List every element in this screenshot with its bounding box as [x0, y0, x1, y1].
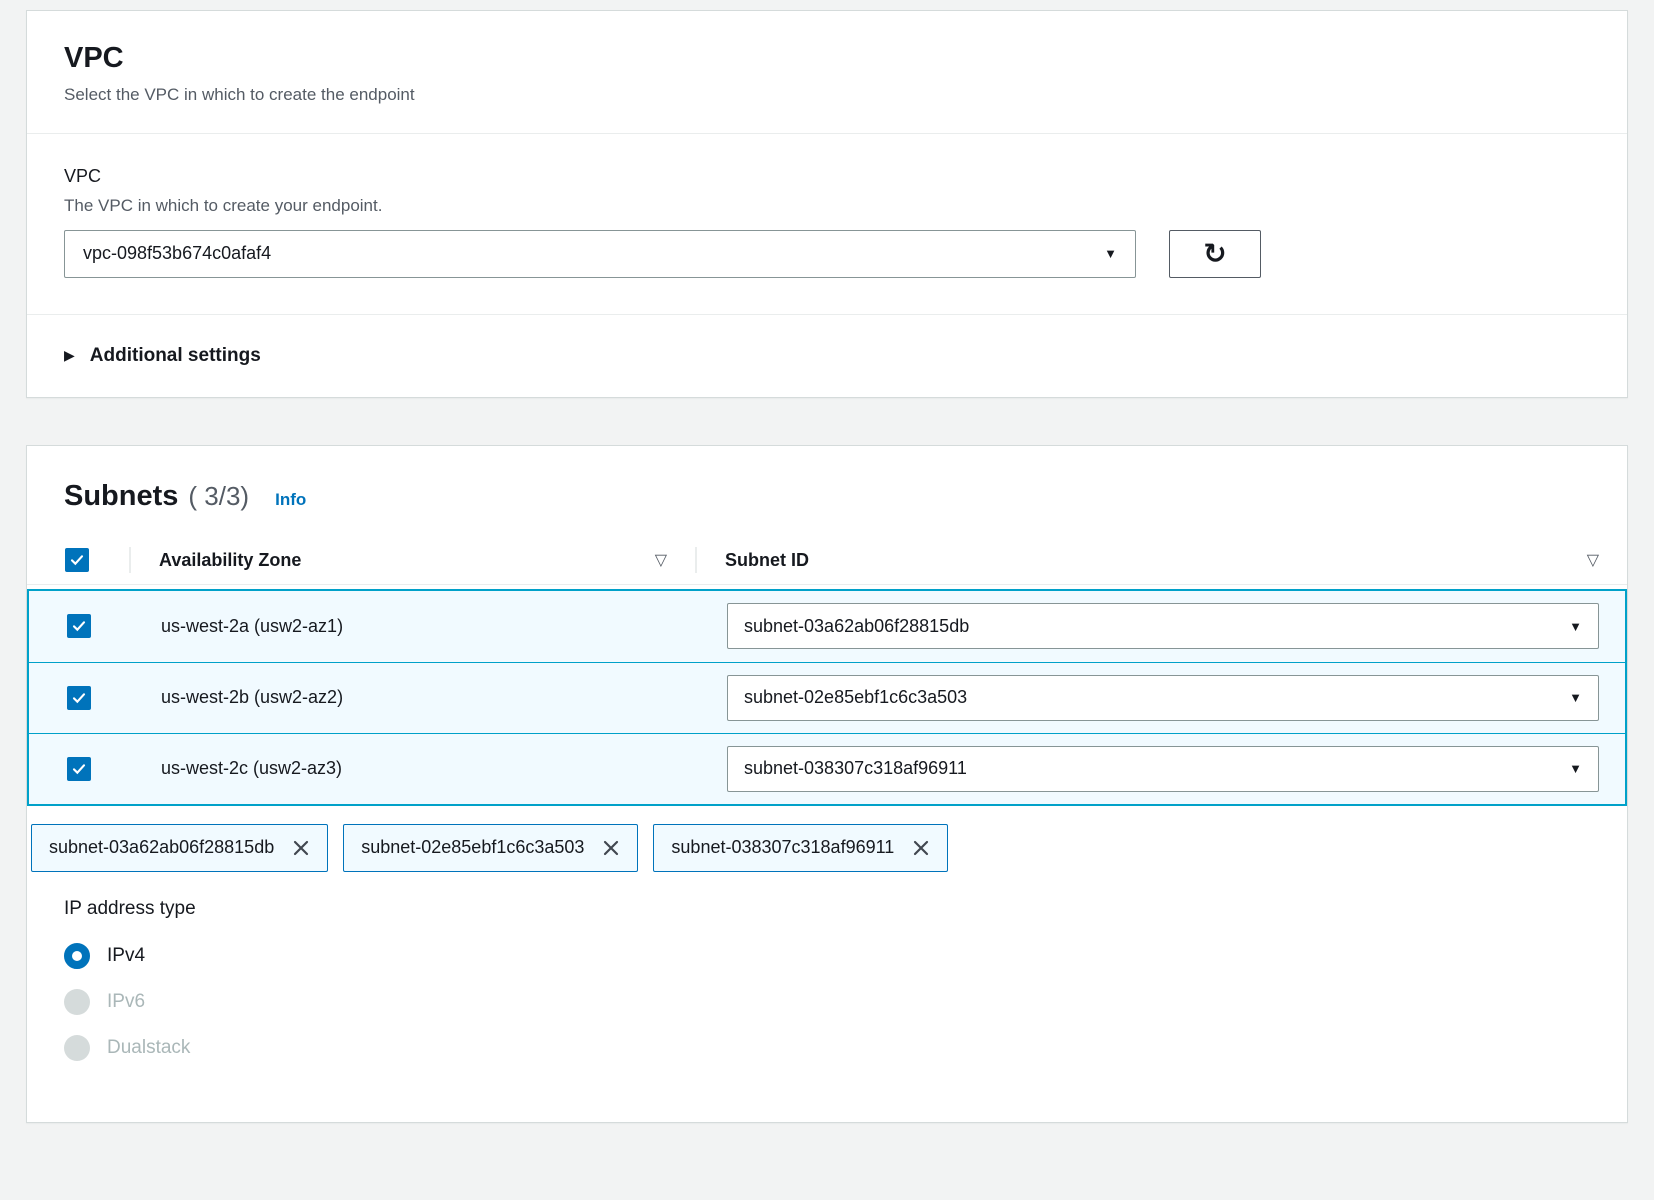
- row-cell-az: us-west-2c (usw2-az3): [131, 734, 697, 804]
- vpc-card-title: VPC: [64, 43, 1590, 75]
- subnet-select[interactable]: subnet-02e85ebf1c6c3a503 ▼: [727, 675, 1599, 721]
- check-icon: [71, 618, 87, 634]
- check-icon: [69, 552, 85, 568]
- vpc-select-value: vpc-098f53b674c0afaf4: [83, 243, 271, 264]
- row-cell-subnet: subnet-038307c318af96911 ▼: [697, 734, 1625, 804]
- close-icon: [292, 839, 310, 857]
- radio-disabled-icon: [64, 989, 90, 1015]
- expand-right-icon: ▶: [64, 347, 75, 364]
- subnet-token: subnet-03a62ab06f28815db: [31, 824, 328, 872]
- row-cell-subnet: subnet-03a62ab06f28815db ▼: [697, 591, 1625, 662]
- check-icon: [71, 690, 87, 706]
- select-all-checkbox[interactable]: [65, 548, 89, 572]
- vpc-card: VPC Select the VPC in which to create th…: [26, 10, 1628, 398]
- header-cell-subnet-id: Subnet ID ▽: [695, 537, 1627, 584]
- row-cell-az: us-west-2a (usw2-az1): [131, 591, 697, 662]
- header-divider: [129, 547, 131, 573]
- close-icon: [602, 839, 620, 857]
- sort-icon[interactable]: ▽: [1587, 550, 1599, 570]
- vpc-field-label: VPC: [64, 166, 1590, 187]
- row-checkbox[interactable]: [67, 686, 91, 710]
- availability-zone-label: us-west-2a (usw2-az1): [161, 616, 343, 637]
- chevron-down-icon: ▼: [1569, 619, 1582, 634]
- subnets-table: Availability Zone ▽ Subnet ID ▽: [27, 537, 1627, 806]
- ip-address-type-section: IP address type IPv4 IPv6 Dualstack: [27, 872, 1627, 1122]
- vpc-select[interactable]: vpc-098f53b674c0afaf4 ▼: [64, 230, 1136, 278]
- vpc-controls-row: vpc-098f53b674c0afaf4 ▼ ↻: [64, 230, 1590, 278]
- subnets-count: ( 3/3): [188, 481, 249, 512]
- row-cell-select: [29, 591, 131, 662]
- subnet-select-value: subnet-03a62ab06f28815db: [744, 616, 969, 637]
- vpc-field-description: The VPC in which to create your endpoint…: [64, 196, 1590, 216]
- radio-disabled-icon: [64, 1035, 90, 1061]
- subnet-select-value: subnet-02e85ebf1c6c3a503: [744, 687, 967, 708]
- additional-settings-label: Additional settings: [90, 345, 261, 367]
- vpc-card-body: VPC The VPC in which to create your endp…: [27, 134, 1627, 314]
- subnet-token-label: subnet-03a62ab06f28815db: [49, 837, 274, 858]
- vpc-card-subtitle: Select the VPC in which to create the en…: [64, 85, 1590, 105]
- remove-token-button[interactable]: [912, 839, 930, 857]
- remove-token-button[interactable]: [602, 839, 620, 857]
- subnet-select[interactable]: subnet-038307c318af96911 ▼: [727, 746, 1599, 792]
- subnet-token-label: subnet-02e85ebf1c6c3a503: [361, 837, 584, 858]
- radio-option-ipv6: IPv6: [64, 986, 1590, 1018]
- radio-option-dualstack: Dualstack: [64, 1032, 1590, 1064]
- ip-address-type-label: IP address type: [64, 898, 1590, 920]
- chevron-down-icon: ▼: [1569, 690, 1582, 705]
- subnet-token: subnet-02e85ebf1c6c3a503: [343, 824, 638, 872]
- radio-label: IPv4: [107, 945, 145, 967]
- availability-zone-label: us-west-2b (usw2-az2): [161, 687, 343, 708]
- chevron-down-icon: ▼: [1569, 761, 1582, 776]
- row-cell-az: us-west-2b (usw2-az2): [131, 663, 697, 733]
- header-divider: [695, 547, 697, 573]
- refresh-button[interactable]: ↻: [1169, 230, 1261, 278]
- column-header-subnet-id: Subnet ID: [725, 550, 809, 571]
- check-icon: [71, 761, 87, 777]
- additional-settings-expander[interactable]: ▶ Additional settings: [27, 315, 1627, 397]
- header-cell-select: [27, 537, 129, 584]
- table-row: us-west-2c (usw2-az3) subnet-038307c318a…: [29, 733, 1625, 804]
- refresh-icon: ↻: [1203, 240, 1226, 268]
- close-icon: [912, 839, 930, 857]
- vpc-card-header: VPC Select the VPC in which to create th…: [27, 11, 1627, 133]
- radio-label: IPv6: [107, 991, 145, 1013]
- row-cell-select: [29, 663, 131, 733]
- subnets-card-header: Subnets ( 3/3) Info: [27, 446, 1627, 537]
- radio-option-ipv4[interactable]: IPv4: [64, 940, 1590, 972]
- subnets-card: Subnets ( 3/3) Info Availability Zone ▽: [26, 445, 1628, 1123]
- row-checkbox[interactable]: [67, 757, 91, 781]
- column-header-availability-zone: Availability Zone: [159, 550, 301, 571]
- row-cell-subnet: subnet-02e85ebf1c6c3a503 ▼: [697, 663, 1625, 733]
- table-row: us-west-2b (usw2-az2) subnet-02e85ebf1c6…: [29, 662, 1625, 733]
- subnets-table-header: Availability Zone ▽ Subnet ID ▽: [27, 537, 1627, 585]
- subnet-select-value: subnet-038307c318af96911: [744, 758, 967, 779]
- availability-zone-label: us-west-2c (usw2-az3): [161, 758, 342, 779]
- radio-label: Dualstack: [107, 1037, 190, 1059]
- subnet-token: subnet-038307c318af96911: [653, 824, 948, 872]
- row-cell-select: [29, 734, 131, 804]
- subnets-table-body: us-west-2a (usw2-az1) subnet-03a62ab06f2…: [27, 589, 1627, 806]
- header-cell-az: Availability Zone ▽: [129, 537, 695, 584]
- page: VPC Select the VPC in which to create th…: [0, 0, 1654, 1123]
- subnets-card-title: Subnets: [64, 480, 178, 513]
- chevron-down-icon: ▼: [1104, 246, 1117, 261]
- row-checkbox[interactable]: [67, 614, 91, 638]
- token-list: subnet-03a62ab06f28815db subnet-02e85ebf…: [27, 806, 1627, 872]
- info-link[interactable]: Info: [275, 490, 306, 510]
- subnet-select[interactable]: subnet-03a62ab06f28815db ▼: [727, 603, 1599, 649]
- subnet-token-label: subnet-038307c318af96911: [671, 837, 894, 858]
- sort-icon[interactable]: ▽: [655, 550, 667, 570]
- radio-selected-icon[interactable]: [64, 943, 90, 969]
- table-row: us-west-2a (usw2-az1) subnet-03a62ab06f2…: [29, 591, 1625, 662]
- remove-token-button[interactable]: [292, 839, 310, 857]
